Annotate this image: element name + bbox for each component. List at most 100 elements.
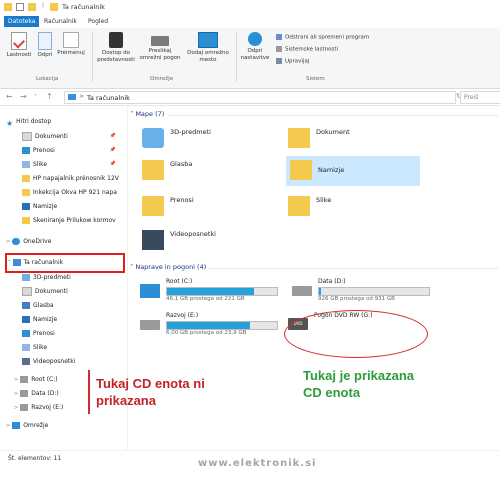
expand-chevron-icon[interactable]: > [6,239,10,245]
pictures-icon [22,344,30,351]
drive-usage-bar [318,287,430,296]
nav-item-folder[interactable]: HP napajalnik prénosnik 12V [22,173,119,184]
folder-label: Namizje [318,166,345,174]
open-button[interactable]: Odpri [34,32,56,59]
nav-item-pictures[interactable]: Slike 📌 [22,159,122,170]
map-drive-button[interactable]: Preslikaj omrežni pogon [137,32,183,61]
new-folder-icon[interactable] [28,3,36,11]
nav-pc-item[interactable]: > Root (C:) [14,374,58,385]
nav-pc-item[interactable]: Slike [22,342,47,353]
nav-item-downloads[interactable]: Prenosi 📌 [22,145,122,156]
cloud-icon [12,238,21,245]
back-arrow-icon[interactable]: ← [6,92,13,101]
network-drive-icon [151,36,169,46]
desktop-folder-icon [290,160,312,180]
folder-tile[interactable]: Videoposnetki [142,228,272,254]
drive-name: Root (C:) [166,278,193,285]
nav-pc-item[interactable]: Dokumenti [22,286,68,297]
nav-pc-item[interactable]: 3D-predmeti [22,272,71,283]
documents-icon [22,132,32,141]
add-network-location-label: Dodaj omrežno mesto [187,50,229,63]
open-settings-button[interactable]: Odpri nastavitve [240,32,270,61]
recent-locations-chevron-icon[interactable]: ˅ [34,94,37,101]
nav-label: Omrežje [23,422,49,429]
window-title: Ta računalnik [62,3,105,11]
folders-section-header[interactable]: ˅ Mape (7) [130,110,164,118]
folder-icon [22,175,30,182]
video-icon [22,358,30,365]
nav-onedrive[interactable]: > OneDrive [6,236,51,247]
annotation-green-line2: CD enota [303,385,361,400]
add-network-location-button[interactable]: Dodaj omrežno mesto [184,32,232,63]
nav-label: Data (D:) [31,390,59,397]
tab-computer[interactable]: Računalnik [40,16,81,27]
music-icon [22,302,30,309]
nav-pc-item[interactable]: Namizje [22,314,57,325]
pin-icon[interactable]: 📌 [110,131,116,142]
nav-quick-access[interactable]: ★ Hitri dostop [6,116,51,128]
drive-tile[interactable]: Razvoj (E:) 6,00 GB prostega od 23,9 GB [140,312,290,342]
drive-tile[interactable]: Data (D:) 926 GB prostega od 931 GB [292,278,442,308]
folder-tile-selected[interactable]: Namizje [286,156,420,186]
watermark: www.elektronik.si [198,458,317,469]
section-divider [208,268,498,269]
folder-icon [22,189,30,196]
system-properties-label: Sistemske lastnosti [285,46,339,53]
address-box[interactable]: > Ta računalnik [64,91,456,104]
expand-chevron-icon[interactable]: > [14,405,18,411]
nav-pc-item[interactable]: Prenosi [22,328,55,339]
breadcrumb[interactable]: Ta računalnik [87,94,130,102]
expand-chevron-icon[interactable]: > [14,377,18,383]
annotation-green-line1: Tukaj je prikazana [303,368,415,383]
folder-tile[interactable]: Prenosi [142,194,272,220]
uninstall-program-button[interactable]: Odstrani ali spremeni program [276,34,369,41]
nav-pc-item[interactable]: > Data (D:) [14,388,59,399]
up-arrow-icon[interactable]: ↑ [46,92,53,101]
drive-usage-bar [166,287,278,296]
title-bar: | Ta računalnik [0,0,500,15]
nav-label: 3D-predmeti [33,274,71,281]
folder-label: Dokument [316,128,350,136]
search-input[interactable]: Preiš [460,91,500,104]
folder-label: Glasba [170,160,193,168]
pin-icon[interactable]: 📌 [110,145,116,156]
tab-file[interactable]: Datoteka [4,16,40,27]
drive-usage-fill [167,322,250,329]
nav-pc-item[interactable]: Videoposnetki [22,356,75,367]
folder-tile[interactable]: Glasba [142,158,272,184]
nav-item-folder[interactable]: Skeniranje Prilukow kormov [22,215,116,226]
annotation-line [88,370,90,414]
folder-tile[interactable]: 3D-predmeti [142,126,272,152]
computer-icon [68,94,76,100]
folder-label: Prenosi [170,196,194,204]
network-group-label: Omrežje [150,76,174,82]
folder-label: Slike [316,196,332,204]
drive-name: Data (D:) [318,278,346,285]
nav-pc-item[interactable]: > Razvoj (E:) [14,402,63,413]
nav-network[interactable]: > Omrežje [6,420,48,431]
nav-label: Namizje [33,203,58,210]
nav-item-folder[interactable]: Inkekcija Okva HP 921 napa [22,187,117,198]
forward-arrow-icon[interactable]: → [20,92,27,101]
drive-tile[interactable]: Root (C:) 46,1 GB prostega od 221 GB [140,278,290,308]
manage-label: Upravljaj [285,58,310,65]
expand-chevron-icon[interactable]: > [14,391,18,397]
drives-section-header[interactable]: ˅ Naprave in pogoni (4) [130,263,206,271]
manage-button[interactable]: Upravljaj [276,58,309,65]
system-properties-button[interactable]: Sistemske lastnosti [276,46,338,53]
drive-name: Razvoj (E:) [166,312,199,319]
rename-button[interactable]: Preimenuj [56,32,86,57]
nav-item-documents[interactable]: Dokumenti 📌 [22,131,122,142]
media-access-button[interactable]: Dostop do predstavnosti [96,32,136,63]
pin-icon[interactable]: 📌 [110,159,116,170]
nav-pc-item[interactable]: Glasba [22,300,54,311]
network-icon [12,422,21,429]
nav-item-desktop[interactable]: Namizje [22,201,57,212]
folder-tile[interactable]: Dokument [288,126,418,152]
expand-chevron-icon[interactable]: > [6,423,10,429]
folder-tile[interactable]: Slike [288,194,418,220]
quick-access-toolbar-icon[interactable] [16,3,24,11]
tab-view[interactable]: Pogled [84,16,112,27]
folder-app-icon [4,3,12,11]
properties-button[interactable]: Lastnosti [4,32,34,59]
